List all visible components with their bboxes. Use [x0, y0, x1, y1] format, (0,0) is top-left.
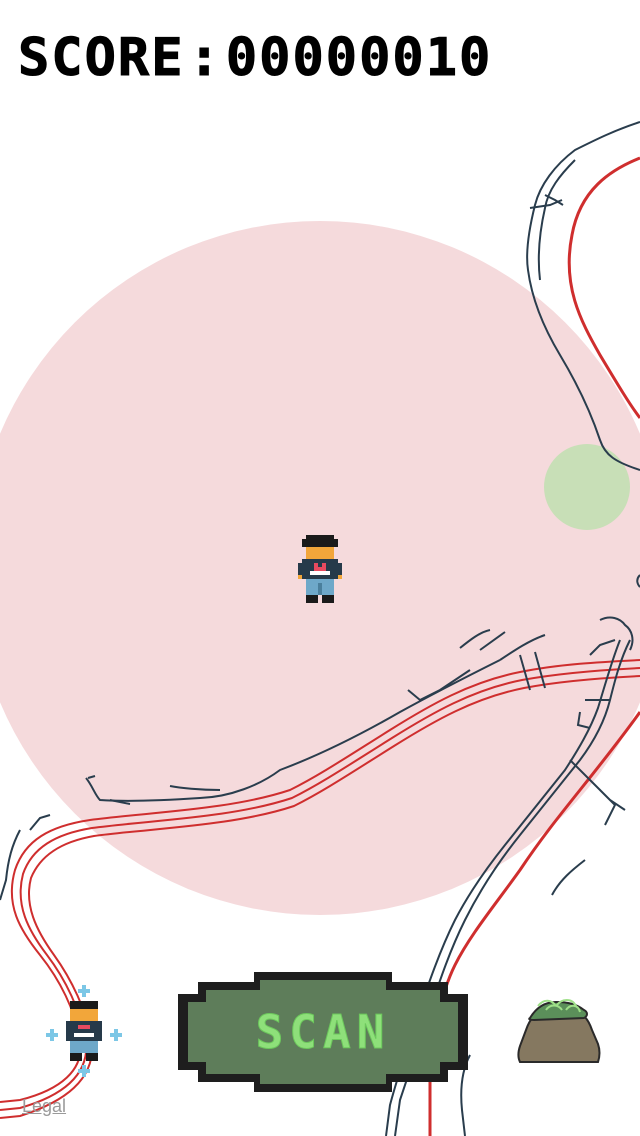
scan-button-label: SCAN	[255, 1005, 391, 1060]
scan-button[interactable]: SCAN	[176, 970, 470, 1094]
score-display: SCORE:00000010	[18, 28, 493, 88]
score-label: SCORE	[18, 28, 185, 88]
legal-link[interactable]: Legal	[22, 1096, 66, 1117]
nearby-target-marker[interactable]	[544, 444, 630, 530]
center-on-player-icon[interactable]	[46, 985, 122, 1081]
player-avatar-icon	[298, 535, 342, 603]
inventory-bag-icon[interactable]	[516, 994, 602, 1068]
score-separator: :	[188, 28, 222, 88]
score-value: 00000010	[225, 28, 493, 88]
